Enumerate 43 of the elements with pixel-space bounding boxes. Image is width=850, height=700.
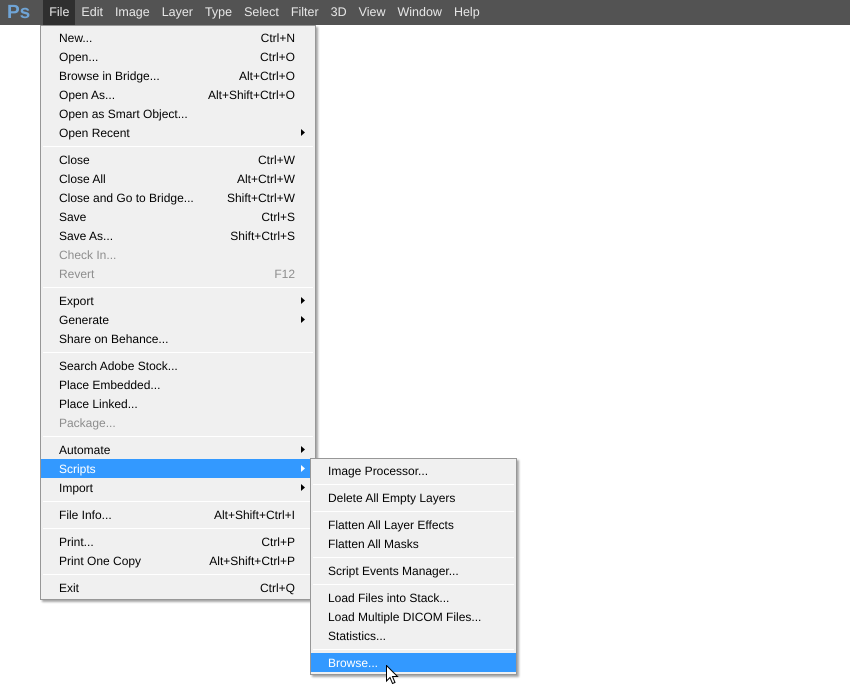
menu-item[interactable]: Generate (41, 310, 315, 329)
submenu-arrow-icon (301, 484, 305, 491)
menu-item[interactable]: Automate (41, 440, 315, 459)
menu-bar-item[interactable]: Edit (75, 0, 109, 25)
menu-item[interactable]: Open As... Alt+Shift+Ctrl+O (41, 85, 315, 104)
menu-item[interactable]: Browse in Bridge... Alt+Ctrl+O (41, 66, 315, 85)
menu-bar-item[interactable]: File (43, 0, 76, 25)
mouse-pointer-icon (386, 665, 399, 685)
menu-item[interactable]: Search Adobe Stock... (41, 356, 315, 375)
menu-bar-item[interactable]: Layer (156, 0, 199, 25)
submenu-arrow-icon (301, 446, 305, 453)
menu-item[interactable]: Save As... Shift+Ctrl+S (41, 226, 315, 245)
submenu-arrow-icon (301, 316, 305, 323)
menu-item[interactable]: Save Ctrl+S (41, 207, 315, 226)
submenu-arrow-icon (301, 129, 305, 136)
menu-item[interactable]: Script Events Manager... (311, 561, 516, 580)
menu-item[interactable]: Flatten All Masks (311, 534, 516, 553)
menu-bar-item[interactable]: Filter (284, 0, 325, 25)
menu-item[interactable]: New... Ctrl+N (41, 28, 315, 47)
menu-bar-item[interactable]: View (352, 0, 392, 25)
menu-bar-item[interactable]: Select (238, 0, 285, 25)
menu-item[interactable]: Load Multiple DICOM Files... (311, 607, 516, 626)
menu-item[interactable]: Load Files into Stack... (311, 588, 516, 607)
submenu-arrow-icon (301, 465, 305, 472)
menu-item[interactable]: Place Linked... (41, 394, 315, 413)
menu-item[interactable]: Statistics... (311, 626, 516, 645)
menu-bar-item[interactable]: Image (108, 0, 156, 25)
menu-item[interactable]: Close All Alt+Ctrl+W (41, 169, 315, 188)
menu-item[interactable]: Share on Behance... (41, 329, 315, 348)
menu-item[interactable]: Place Embedded... (41, 375, 315, 394)
menu-item[interactable]: Close Ctrl+W (41, 150, 315, 169)
menu-item[interactable]: Export (41, 291, 315, 310)
menu-bar-item[interactable]: Type (198, 0, 238, 25)
menu-bar-item[interactable]: Window (391, 0, 448, 25)
menu-item[interactable]: Open... Ctrl+O (41, 47, 315, 66)
menu-item[interactable]: Close and Go to Bridge... Shift+Ctrl+W (41, 188, 315, 207)
menu-item[interactable]: Flatten All Layer Effects (311, 515, 516, 534)
menu-item[interactable]: Open Recent (41, 123, 315, 142)
menu-bar-item[interactable]: Help (448, 0, 486, 25)
menu-bar-item[interactable]: 3D (324, 0, 353, 25)
submenu-arrow-icon (301, 297, 305, 304)
menu-item[interactable]: Open as Smart Object... (41, 104, 315, 123)
app-logo: Ps (7, 3, 30, 22)
